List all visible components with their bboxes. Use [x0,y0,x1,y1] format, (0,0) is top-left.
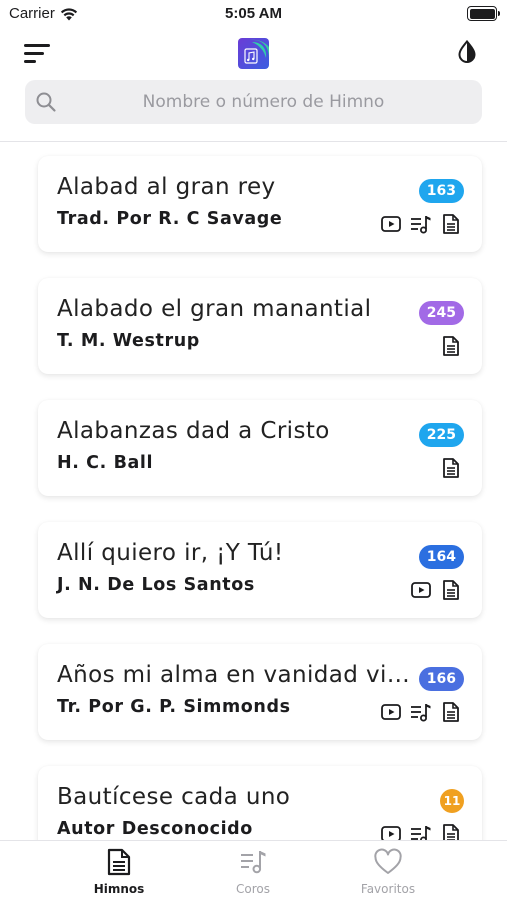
hymn-title: Años mi alma en vanidad vivió [57,662,417,688]
status-time: 5:05 AM [225,5,282,22]
hymn-resource-icons [380,823,462,840]
hymn-list: Alabad al gran rey Trad. Por R. C Savage… [0,143,507,840]
hymn-title: Allí quiero ir, ¡Y Tú! [57,540,284,566]
app-logo [238,38,269,69]
hymn-resource-icons [380,213,462,235]
filter-icon-line [24,43,50,47]
filter-icon-line [24,59,36,63]
hymn-author: Tr. Por G. P. Simmonds [57,697,291,717]
filter-button[interactable] [24,40,58,66]
hymn-resource-icons [410,579,462,601]
music-list-icon[interactable] [410,701,432,723]
hymn-number-badge: 245 [418,301,464,325]
video-icon[interactable] [380,213,402,235]
music-list-icon[interactable] [410,213,432,235]
tab-coros[interactable]: Coros [203,847,303,899]
hymn-author: Autor Desconocido [57,819,253,839]
hymn-resource-icons [440,335,462,357]
status-bar: Carrier 5:05 AM [0,0,507,30]
hymn-card[interactable]: Allí quiero ir, ¡Y Tú! J. N. De Los Sant… [38,522,482,618]
hymn-number-badge: 166 [418,667,464,691]
tab-favoritos[interactable]: Favoritos [338,847,438,899]
filter-icon-line [24,51,44,55]
hymn-author: Trad. Por R. C Savage [57,209,283,229]
lyrics-icon[interactable] [440,335,462,357]
hymn-resource-icons [440,457,462,479]
tab-bar: Himnos Coros Favoritos [0,840,507,900]
tab-label: Coros [236,882,270,896]
video-icon[interactable] [410,579,432,601]
lyrics-icon[interactable] [440,213,462,235]
hymn-resource-icons [380,701,462,723]
hymn-author: T. M. Westrup [57,331,200,351]
search-icon [36,92,56,112]
hymn-number-badge: 11 [440,789,464,813]
tab-himnos[interactable]: Himnos [69,847,169,899]
hymn-author: H. C. Ball [57,453,154,473]
music-list-icon[interactable] [410,823,432,840]
lyrics-icon[interactable] [440,823,462,840]
heart-icon [374,848,402,874]
lyrics-icon[interactable] [440,701,462,723]
hymn-number-badge: 163 [418,179,464,203]
battery-icon [467,6,500,21]
hymn-title: Alabado el gran manantial [57,296,372,322]
video-icon[interactable] [380,701,402,723]
lyrics-icon [107,848,131,876]
hymn-card[interactable]: Alabanzas dad a Cristo H. C. Ball 225 [38,400,482,496]
lyrics-icon[interactable] [440,457,462,479]
hymn-title: Alabad al gran rey [57,174,276,200]
hymn-card[interactable]: Bautícese cada uno Autor Desconocido 11 [38,766,482,840]
search-bar [25,80,482,124]
tab-label: Favoritos [360,882,416,896]
hymn-card[interactable]: Años mi alma en vanidad vivió Tr. Por G.… [38,644,482,740]
music-list-icon [241,851,266,874]
hymn-author: J. N. De Los Santos [57,575,255,595]
theme-toggle-icon[interactable] [455,40,479,64]
header [0,30,507,142]
lyrics-icon[interactable] [440,579,462,601]
hymn-card[interactable]: Alabad al gran rey Trad. Por R. C Savage… [38,156,482,252]
search-input[interactable] [25,80,482,124]
hymn-number-badge: 164 [418,545,464,569]
tab-label: Himnos [93,882,145,896]
hymn-title: Bautícese cada uno [57,784,291,810]
hymn-title: Alabanzas dad a Cristo [57,418,330,444]
video-icon[interactable] [380,823,402,840]
hymn-card[interactable]: Alabado el gran manantial T. M. Westrup … [38,278,482,374]
hymn-number-badge: 225 [418,423,464,447]
